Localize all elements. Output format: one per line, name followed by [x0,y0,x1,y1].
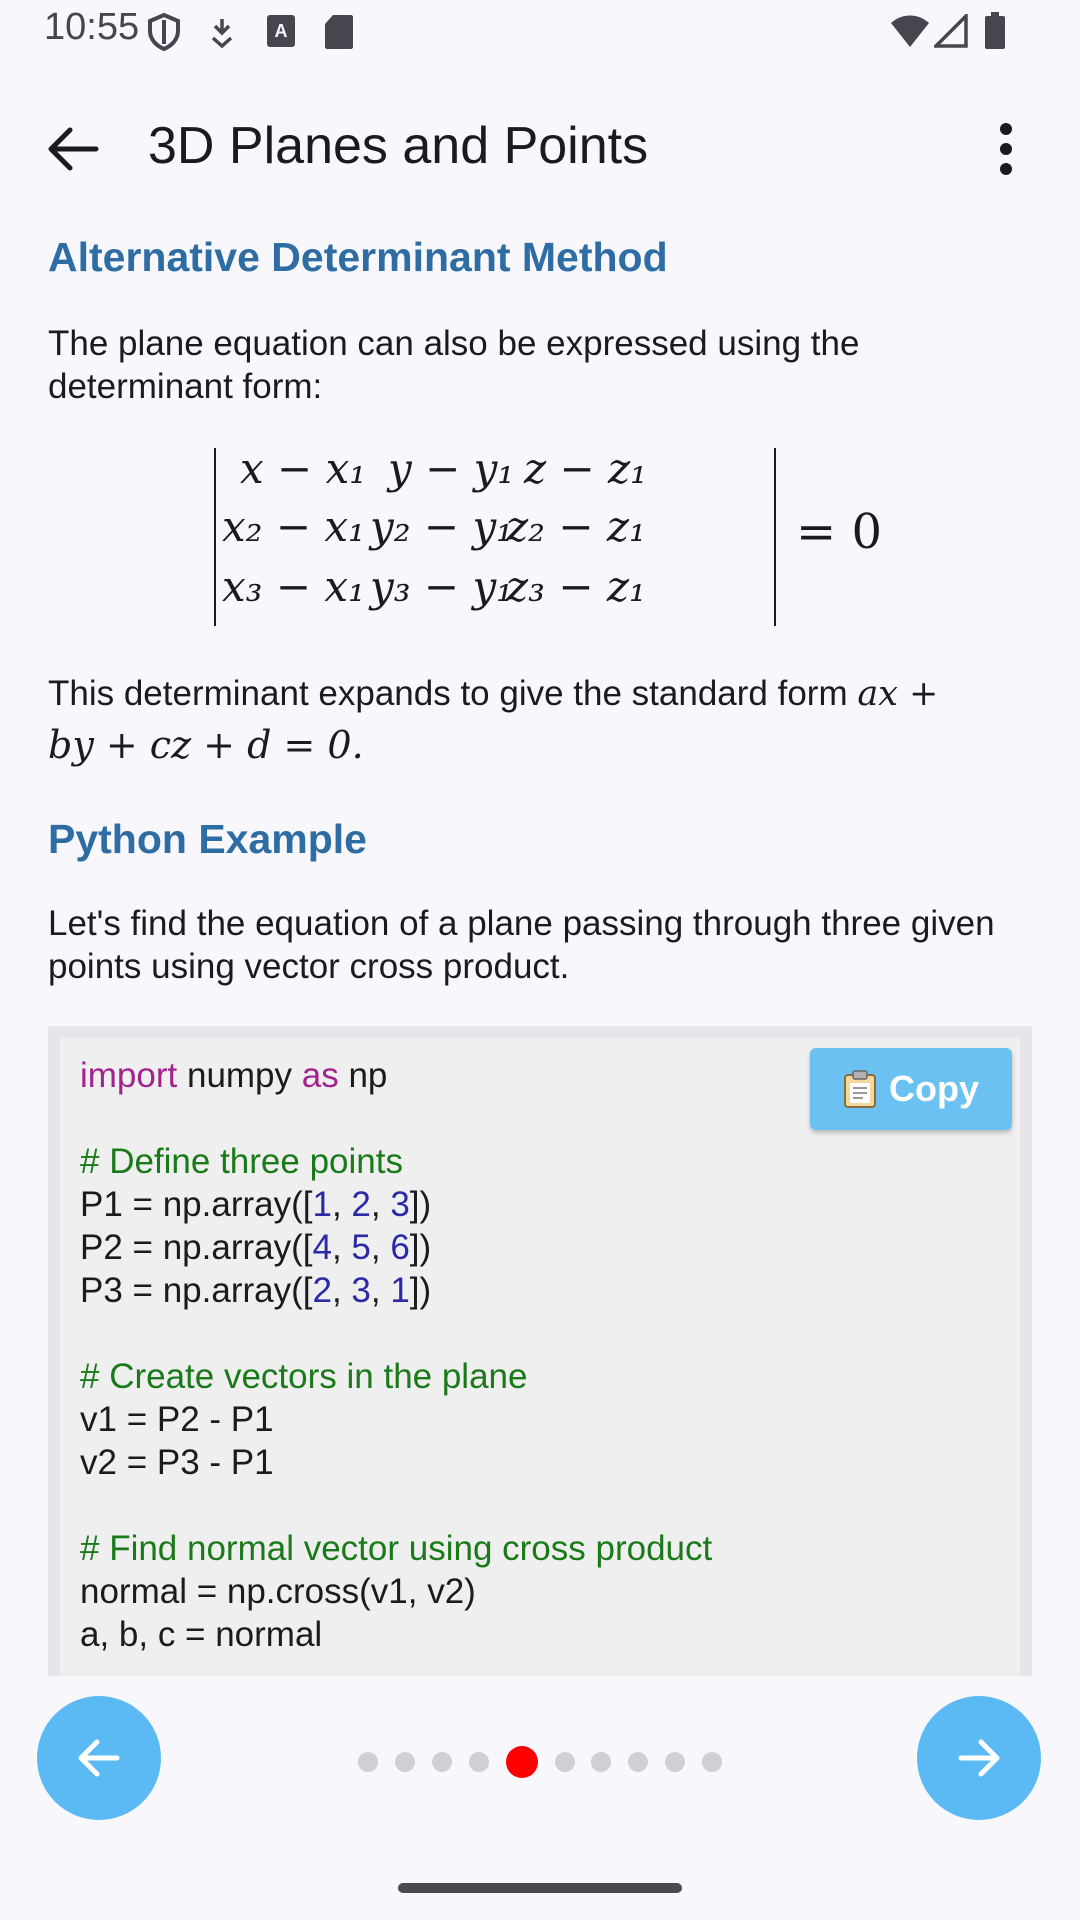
wifi-icon [891,15,929,47]
page-dot[interactable] [702,1752,722,1772]
back-button[interactable] [38,114,108,184]
determinant-cell: z₂ − z₁ [506,502,646,551]
code-line: normal = np.cross(v1, v2) [80,1572,476,1611]
page-dot[interactable] [469,1752,489,1772]
download-icon [211,19,233,49]
status-time: 10:55 [44,6,140,48]
text-recognition-icon: A [267,15,295,47]
code-line: v2 = P3 - P1 [80,1443,274,1482]
status-bar: 10:55 A [0,0,1080,62]
page-dot-active[interactable] [506,1746,538,1778]
page-dot[interactable] [432,1752,452,1772]
determinant-left-bar [214,448,216,626]
determinant-cell: y₃ − y₁ [370,562,514,611]
code-lines: import numpy as np # Define three points… [80,1054,712,1656]
code-line: # Define three points [80,1142,403,1181]
more-vert-icon [1000,123,1012,175]
code-area: import numpy as np # Define three points… [60,1038,1020,1676]
shield-icon [148,12,180,52]
arrow-right-icon [958,1739,1000,1777]
code-line: P1 = np.array([1, 2, 3]) [80,1185,432,1224]
determinant-cell: x − x₁ [240,444,367,493]
code-line: P3 = np.array([2, 3, 1]) [80,1271,432,1310]
signal-icon [934,14,968,48]
app-bar: 3D Planes and Points [0,92,1080,204]
code-line: # Create vectors in the plane [80,1357,528,1396]
code-line: a, b, c = normal [80,1615,323,1654]
battery-icon [985,12,1005,49]
determinant-cell: z₃ − z₁ [506,562,646,611]
svg-text:A: A [275,21,288,41]
home-indicator[interactable] [398,1883,682,1893]
code-line: v1 = P2 - P1 [80,1400,274,1439]
expansion-math-a: ax + [857,674,939,714]
page-title: 3D Planes and Points [148,117,649,175]
page-dot[interactable] [628,1752,648,1772]
determinant-cell: z − z₁ [524,444,647,493]
determinant-cell: x₂ − x₁ [222,502,365,551]
determinant-cell: x₃ − x₁ [222,562,365,611]
copy-button-label: Copy [889,1068,979,1109]
section-heading-python: Python Example [48,816,367,862]
python-intro-text: Let's find the equation of a plane passi… [48,904,995,986]
page-dot[interactable] [358,1752,378,1772]
determinant-equation: x − x₁ y − y₁ z − z₁ x₂ − x₁ y₂ − y₁ z₂ − z₁ x… [210,444,890,630]
code-line: import numpy as np [80,1056,388,1095]
code-line: P2 = np.array([4, 5, 6]) [80,1228,432,1267]
determinant-equals: = 0 [796,504,883,560]
code-line: # Find normal vector using cross product [80,1529,713,1568]
determinant-right-bar [774,448,776,626]
sd-card-icon [325,15,353,49]
page-dot[interactable] [555,1752,575,1772]
expansion-text-prefix: This determinant expands to give the sta… [48,674,858,713]
expansion-text: This determinant expands to give the sta… [48,672,1018,716]
back-arrow-icon [48,127,99,171]
determinant-cell: y − y₁ [388,444,515,493]
clipboard-icon [844,1070,876,1108]
page-dot[interactable] [591,1752,611,1772]
page-dot[interactable] [665,1752,685,1772]
copy-button[interactable]: Copy [810,1048,1012,1130]
next-page-button[interactable] [917,1696,1041,1820]
section-heading-determinant: Alternative Determinant Method [48,234,668,280]
more-options-button[interactable] [976,114,1036,184]
expansion-math-b: by + cz + d = 0. [48,723,364,767]
determinant-intro-text: The plane equation can also be expressed… [48,324,860,406]
determinant-cell: y₂ − y₁ [370,502,514,551]
page-dot[interactable] [395,1752,415,1772]
